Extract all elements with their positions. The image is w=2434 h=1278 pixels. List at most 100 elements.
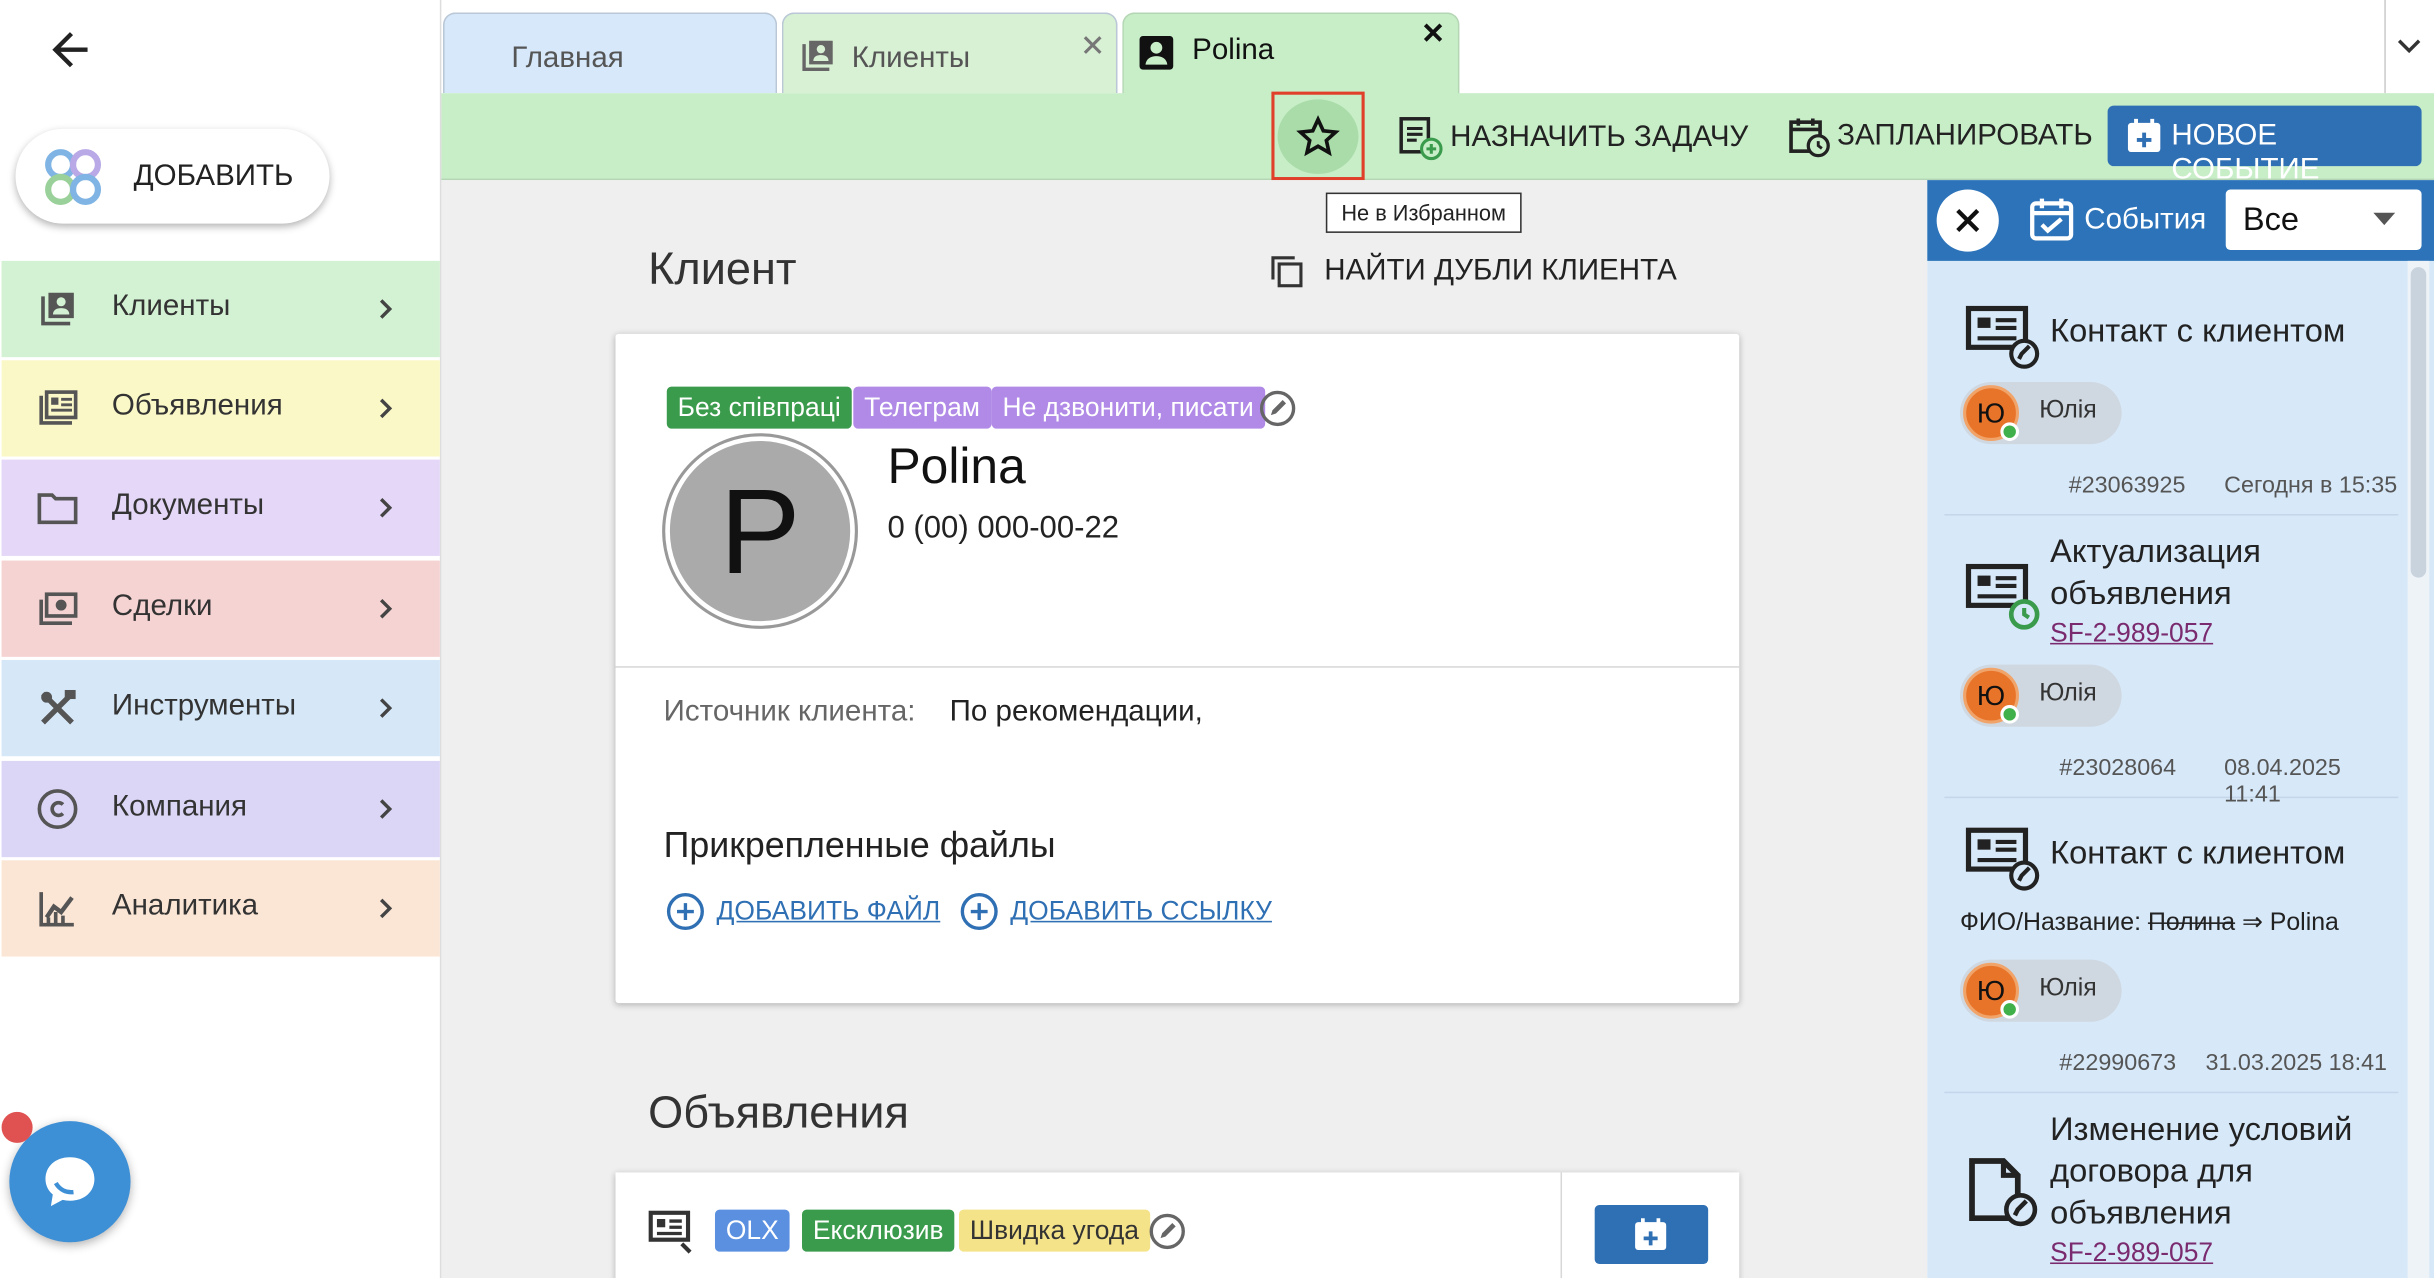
old-value: Полина bbox=[2147, 909, 2236, 937]
event-title-line: объявления bbox=[2050, 576, 2232, 612]
new-event-label: НОВОЕ СОБЫТИЕ bbox=[2171, 119, 2320, 187]
client-heading: Клиент bbox=[648, 245, 797, 296]
sidebar-item-label: Аналитика bbox=[111, 889, 259, 923]
client-phone: 0 (00) 000-00-22 bbox=[887, 510, 1120, 546]
close-icon[interactable] bbox=[1418, 17, 1449, 48]
find-duplicates-button[interactable]: НАЙТИ ДУБЛИ КЛИЕНТА bbox=[1268, 253, 1677, 290]
event-title: Контакт с клиентом bbox=[2050, 313, 2346, 350]
add-button[interactable]: ДОБАВИТЬ bbox=[15, 128, 330, 224]
back-arrow-icon[interactable] bbox=[44, 23, 97, 76]
event-time: 31.03.2025 18:41 bbox=[2205, 1049, 2388, 1077]
files-heading: Прикрепленные файлы bbox=[663, 824, 1056, 865]
scrollbar-thumb[interactable] bbox=[2410, 267, 2427, 578]
add-file-link[interactable]: ДОБАВИТЬ ФАЙЛ bbox=[665, 891, 940, 931]
calendar-add-icon bbox=[2127, 118, 2161, 153]
app-logo-icon bbox=[45, 149, 102, 205]
dropdown-arrow-icon bbox=[2373, 212, 2396, 226]
schedule-button[interactable]: ЗАПЛАНИРОВАТЬ bbox=[1787, 115, 2093, 158]
event-item[interactable]: Изменение условий договора для объявлени… bbox=[1944, 1093, 2398, 1278]
clients-icon bbox=[802, 40, 833, 72]
sidebar-item-label: Сделки bbox=[111, 590, 213, 623]
add-circle-icon bbox=[666, 893, 704, 931]
tab-label: Клиенты bbox=[851, 41, 971, 75]
event-time: Сегодня в 15:35 bbox=[2224, 472, 2398, 499]
tag-chip: Не дзвонити, писати bbox=[991, 386, 1265, 429]
edit-tags-icon[interactable] bbox=[1257, 388, 1297, 428]
tab-label: Polina bbox=[1192, 34, 1275, 67]
sidebar-item-company[interactable]: Компания bbox=[1, 760, 440, 858]
event-title-line: договора для bbox=[2050, 1153, 2253, 1190]
user-name: Юлія bbox=[2039, 680, 2097, 707]
event-title-line: объявления bbox=[2050, 1195, 2232, 1232]
source-value: По рекомендации, bbox=[949, 695, 1203, 729]
sidebar-item-clients[interactable]: Клиенты bbox=[1, 260, 440, 358]
close-icon bbox=[1956, 209, 1980, 232]
chevron-right-icon bbox=[379, 898, 393, 919]
edit-tags-icon[interactable] bbox=[1147, 1211, 1187, 1251]
listing-update-icon bbox=[1965, 563, 2040, 630]
online-status-dot bbox=[2000, 704, 2020, 724]
online-status-dot bbox=[2000, 422, 2020, 442]
listing-link[interactable]: SF-2-989-057 bbox=[2050, 1238, 2213, 1269]
add-link-link[interactable]: ДОБАВИТЬ ССЫЛКУ bbox=[959, 891, 1272, 931]
chevron-right-icon bbox=[379, 398, 393, 419]
tab-home[interactable]: Главная bbox=[442, 12, 778, 94]
add-button-label: ДОБАВИТЬ bbox=[133, 159, 294, 193]
contact-icon bbox=[1139, 35, 1174, 70]
event-id: #23063925 bbox=[2068, 472, 2186, 499]
event-title-line: Актуализация bbox=[2050, 534, 2261, 570]
event-item[interactable]: Контакт с клиентом Ю Юлія #23063925 Сего… bbox=[1944, 261, 2399, 516]
tag-chip: Швидка угода bbox=[958, 1209, 1150, 1252]
sidebar-item-label: Клиенты bbox=[111, 290, 231, 323]
user-chip: Ю Юлія bbox=[1959, 382, 2122, 445]
tag-chip: Телеграм bbox=[853, 386, 991, 429]
contact-event-icon bbox=[1965, 827, 2040, 891]
new-event-button[interactable]: НОВОЕ СОБЫТИЕ bbox=[2107, 105, 2422, 186]
tabs-dropdown-button[interactable] bbox=[2384, 0, 2431, 94]
chevron-right-icon bbox=[379, 799, 393, 819]
calendar-check-icon bbox=[2030, 198, 2074, 241]
contract-change-icon bbox=[1969, 1158, 2038, 1227]
chat-widget-button[interactable] bbox=[9, 1121, 131, 1243]
sidebar-item-label: Документы bbox=[111, 489, 265, 522]
schedule-label: ЗАПЛАНИРОВАТЬ bbox=[1837, 119, 2093, 153]
field-change: ФИО/Название: Полина ⇒ Polina bbox=[1960, 907, 2339, 938]
events-filter-select[interactable]: Все bbox=[2225, 189, 2422, 251]
folder-icon bbox=[37, 493, 78, 525]
assign-task-button[interactable]: НАЗНАЧИТЬ ЗАДАЧУ bbox=[1397, 115, 1748, 162]
close-panel-button[interactable] bbox=[1936, 189, 1999, 252]
chevron-right-icon bbox=[379, 498, 393, 518]
sidebar-item-documents[interactable]: Документы bbox=[1, 459, 440, 556]
listings-icon bbox=[39, 390, 78, 425]
listing-calendar-button[interactable] bbox=[1594, 1205, 1709, 1265]
online-status-dot bbox=[2000, 1000, 2020, 1019]
user-chip: Ю Юлія bbox=[1959, 959, 2122, 1022]
sidebar-item-label: Компания bbox=[111, 790, 248, 824]
tab-clients[interactable]: Клиенты bbox=[781, 12, 1118, 94]
event-title-line: Изменение условий bbox=[2050, 1111, 2353, 1148]
calendar-clock-icon bbox=[1789, 118, 1830, 158]
events-filter-value: Все bbox=[2242, 201, 2300, 238]
tab-polina[interactable]: Polina bbox=[1122, 12, 1460, 95]
tab-label: Главная bbox=[511, 41, 624, 75]
sidebar-item-listings[interactable]: Объявления bbox=[1, 360, 440, 457]
sidebar-item-deals[interactable]: Сделки bbox=[1, 560, 440, 657]
event-item[interactable]: Контакт с клиентом ФИО/Название: Полина … bbox=[1944, 798, 2399, 1094]
events-title: События bbox=[2084, 203, 2207, 237]
clients-icon bbox=[41, 292, 74, 326]
copy-icon bbox=[1271, 256, 1303, 288]
contact-event-icon bbox=[1965, 305, 2040, 369]
tag-chip: Ексклюзив bbox=[802, 1209, 955, 1252]
sidebar-item-analytics[interactable]: Аналитика bbox=[1, 860, 440, 957]
event-title: Контакт с клиентом bbox=[2050, 835, 2346, 872]
user-name: Юлія bbox=[2039, 975, 2097, 1002]
sidebar-item-tools[interactable]: Инструменты bbox=[1, 659, 440, 757]
tag-chip: Без співпраці bbox=[666, 386, 852, 429]
user-chip: Ю Юлія bbox=[1959, 664, 2122, 727]
close-icon[interactable] bbox=[1077, 30, 1108, 61]
chevron-right-icon bbox=[379, 598, 393, 619]
listing-link[interactable]: SF-2-989-057 bbox=[2050, 618, 2213, 649]
client-name: Polina bbox=[887, 437, 1026, 494]
listings-heading: Объявления bbox=[648, 1088, 909, 1139]
event-item[interactable]: Актуализация объявления SF-2-989-057 Ю Ю… bbox=[1944, 516, 2399, 807]
